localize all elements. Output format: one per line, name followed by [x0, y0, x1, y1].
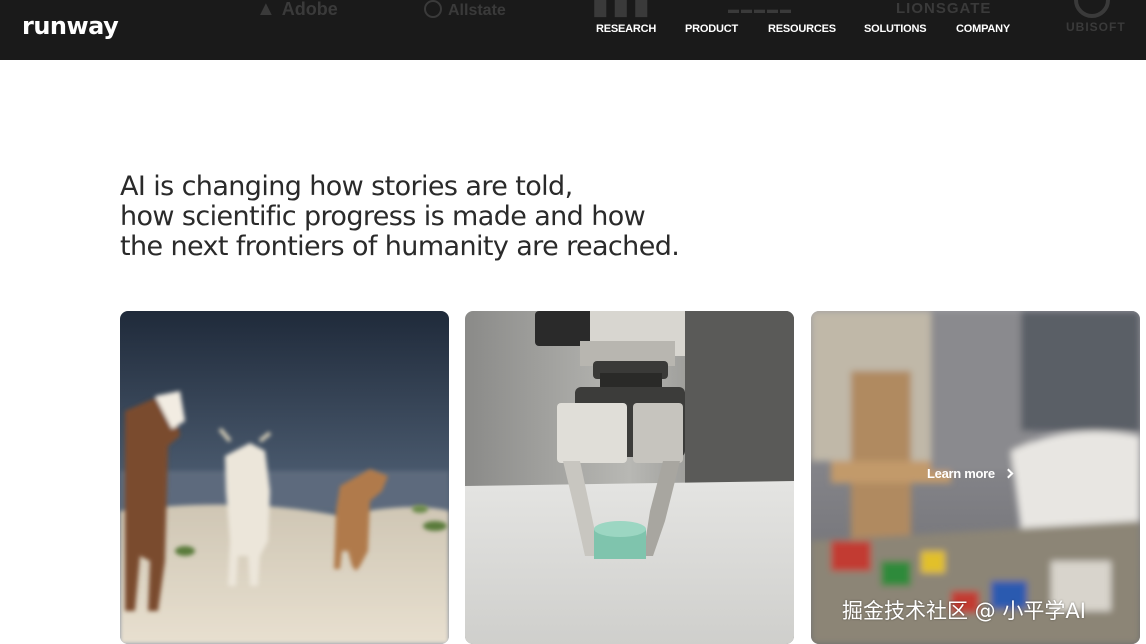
hero-line: how scientific progress is made and how: [120, 201, 646, 232]
partner-logo-allstate: Allstate: [424, 0, 506, 20]
robotic-gripper-illustration: [465, 311, 794, 644]
partner-logo-ubisoft: UBISOFT: [1066, 20, 1126, 34]
chevron-right-icon: [1003, 468, 1014, 479]
adobe-icon: ▲: [256, 0, 276, 20]
partner-logo-partial-2: ▬▬▬▬▬: [728, 4, 793, 16]
nav-research[interactable]: RESEARCH: [596, 23, 656, 37]
hero-line: the next frontiers of humanity are reach…: [120, 231, 680, 262]
ubisoft-swirl-icon: [1074, 0, 1110, 18]
hero-line: AI is changing how stories are told,: [120, 171, 573, 202]
goats-illustration: [120, 311, 449, 644]
runway-logo[interactable]: runway: [22, 12, 119, 40]
card-robot-image[interactable]: [465, 311, 794, 644]
site-header: runway ▲ Adobe Allstate ▮▮▮ ▬▬▬▬▬ LIONSGA…: [0, 0, 1146, 60]
watermark-text: 掘金技术社区 @ 小平学AI: [842, 599, 1086, 623]
nav-company[interactable]: COMPANY: [956, 23, 1010, 37]
card-goats-image[interactable]: [120, 311, 449, 644]
nav-resources[interactable]: RESOURCES: [768, 23, 836, 37]
allstate-hands-icon: [424, 0, 442, 18]
nav-solutions[interactable]: SOLUTIONS: [864, 23, 927, 37]
partner-logo-lionsgate: LIONSGATE: [896, 0, 992, 17]
partner-logo-partial: ▮▮▮: [592, 0, 654, 20]
partner-logo-adobe: ▲ Adobe: [256, 0, 338, 20]
nav-product[interactable]: PRODUCT: [685, 23, 738, 37]
hero-heading: AI is changing how stories are told, how…: [120, 172, 740, 262]
learn-more-link[interactable]: Learn more: [927, 466, 1014, 481]
